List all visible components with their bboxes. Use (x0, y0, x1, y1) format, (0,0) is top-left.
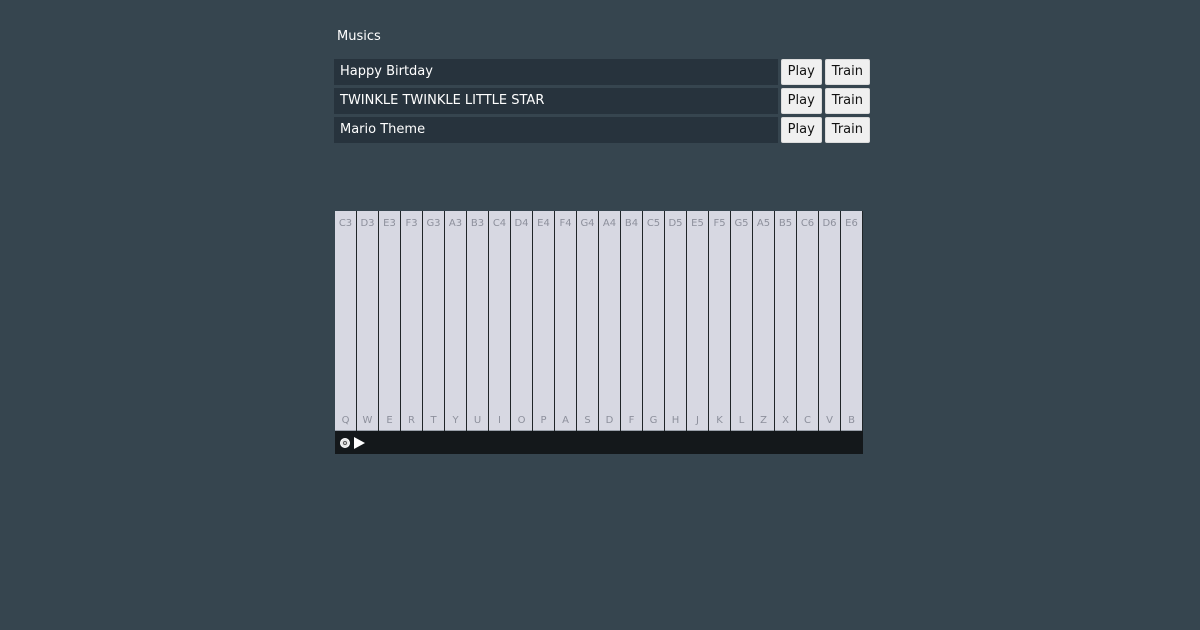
piano-key-note-label: F5 (713, 218, 726, 229)
piano-key-shortcut-label: H (671, 415, 680, 426)
piano-key-e3[interactable]: E3 E (379, 211, 400, 431)
piano-key-a5[interactable]: A5 Z (753, 211, 774, 431)
piano-key-f4[interactable]: F4 A (555, 211, 576, 431)
piano-key-d3[interactable]: D3 W (357, 211, 378, 431)
piano-key-shortcut-label: O (517, 415, 526, 426)
song-row: Happy Birtday Play Train (334, 59, 870, 85)
piano-key-c3[interactable]: C3 Q (335, 211, 356, 431)
play-button[interactable]: Play (780, 88, 822, 114)
piano-key-shortcut-label: K (716, 415, 723, 426)
piano-key-g3[interactable]: G3 T (423, 211, 444, 431)
piano-key-note-label: C6 (800, 218, 815, 229)
piano-key-g4[interactable]: G4 S (577, 211, 598, 431)
piano: C3 Q D3 W E3 E F3 R G3 T A3 Y B3 U C4 I D4 O E4 P F4 A G4 S A4 D B… (335, 211, 863, 454)
play-icon[interactable] (354, 436, 365, 449)
piano-key-shortcut-label: I (498, 415, 501, 426)
piano-key-e5[interactable]: E5 J (687, 211, 708, 431)
piano-key-note-label: B4 (624, 218, 639, 229)
piano-key-shortcut-label: V (826, 415, 833, 426)
piano-key-note-label: E5 (691, 218, 704, 229)
song-row: Mario Theme Play Train (334, 117, 870, 143)
piano-key-shortcut-label: P (540, 415, 547, 426)
train-button[interactable]: Train (824, 117, 870, 143)
record-icon[interactable] (340, 437, 350, 448)
piano-key-note-label: D3 (360, 218, 375, 229)
piano-key-d4[interactable]: D4 O (511, 211, 532, 431)
piano-key-note-label: B5 (778, 218, 793, 229)
song-row: TWINKLE TWINKLE LITTLE STAR Play Train (334, 88, 870, 114)
piano-key-note-label: C3 (338, 218, 353, 229)
piano-key-c5[interactable]: C5 G (643, 211, 664, 431)
piano-key-shortcut-label: Z (760, 415, 767, 426)
piano-key-g5[interactable]: G5 L (731, 211, 752, 431)
song-name: Mario Theme (334, 117, 778, 143)
piano-key-note-label: F3 (405, 218, 418, 229)
piano-key-e6[interactable]: E6 B (841, 211, 862, 431)
musics-title: Musics (337, 29, 381, 44)
piano-key-note-label: E3 (383, 218, 396, 229)
piano-key-note-label: D5 (668, 218, 683, 229)
piano-key-a4[interactable]: A4 D (599, 211, 620, 431)
train-button[interactable]: Train (824, 88, 870, 114)
piano-keys: C3 Q D3 W E3 E F3 R G3 T A3 Y B3 U C4 I D4 O E4 P F4 A G4 S A4 D B… (335, 211, 863, 431)
piano-key-note-label: F4 (559, 218, 572, 229)
piano-key-b4[interactable]: B4 F (621, 211, 642, 431)
page: Musics Happy Birtday Play Train TWINKLE … (0, 0, 1200, 630)
piano-key-shortcut-label: R (408, 415, 415, 426)
piano-key-shortcut-label: E (386, 415, 393, 426)
piano-key-shortcut-label: Y (452, 415, 459, 426)
piano-key-d5[interactable]: D5 H (665, 211, 686, 431)
piano-key-shortcut-label: L (738, 415, 745, 426)
piano-key-shortcut-label: U (473, 415, 482, 426)
piano-key-shortcut-label: J (696, 415, 699, 426)
piano-key-note-label: A5 (756, 218, 771, 229)
piano-key-e4[interactable]: E4 P (533, 211, 554, 431)
piano-key-a3[interactable]: A3 Y (445, 211, 466, 431)
piano-key-shortcut-label: T (430, 415, 437, 426)
piano-key-shortcut-label: F (628, 415, 635, 426)
piano-key-b3[interactable]: B3 U (467, 211, 488, 431)
piano-key-note-label: D6 (822, 218, 837, 229)
piano-key-shortcut-label: S (584, 415, 591, 426)
song-list: Happy Birtday Play Train TWINKLE TWINKLE… (334, 59, 870, 146)
piano-key-note-label: E4 (537, 218, 550, 229)
piano-key-note-label: A3 (448, 218, 463, 229)
piano-key-note-label: C4 (492, 218, 507, 229)
play-button[interactable]: Play (780, 117, 822, 143)
piano-key-shortcut-label: W (362, 415, 373, 426)
train-button[interactable]: Train (824, 59, 870, 85)
piano-key-shortcut-label: C (804, 415, 811, 426)
piano-key-note-label: D4 (514, 218, 529, 229)
piano-key-f3[interactable]: F3 R (401, 211, 422, 431)
play-button[interactable]: Play (780, 59, 822, 85)
song-name: TWINKLE TWINKLE LITTLE STAR (334, 88, 778, 114)
piano-key-shortcut-label: A (562, 415, 569, 426)
piano-key-note-label: E6 (845, 218, 858, 229)
piano-controls (335, 431, 863, 454)
piano-key-note-label: A4 (602, 218, 617, 229)
piano-key-shortcut-label: B (848, 415, 855, 426)
piano-key-f5[interactable]: F5 K (709, 211, 730, 431)
piano-key-note-label: B3 (470, 218, 485, 229)
piano-key-shortcut-label: Q (341, 415, 350, 426)
piano-key-note-label: C5 (646, 218, 661, 229)
piano-key-c6[interactable]: C6 C (797, 211, 818, 431)
piano-key-note-label: G5 (734, 218, 749, 229)
piano-key-note-label: G4 (580, 218, 595, 229)
piano-key-note-label: G3 (426, 218, 441, 229)
piano-key-shortcut-label: D (605, 415, 614, 426)
piano-key-d6[interactable]: D6 V (819, 211, 840, 431)
piano-key-c4[interactable]: C4 I (489, 211, 510, 431)
piano-key-b5[interactable]: B5 X (775, 211, 796, 431)
piano-key-shortcut-label: G (649, 415, 658, 426)
song-name: Happy Birtday (334, 59, 778, 85)
piano-key-shortcut-label: X (782, 415, 789, 426)
